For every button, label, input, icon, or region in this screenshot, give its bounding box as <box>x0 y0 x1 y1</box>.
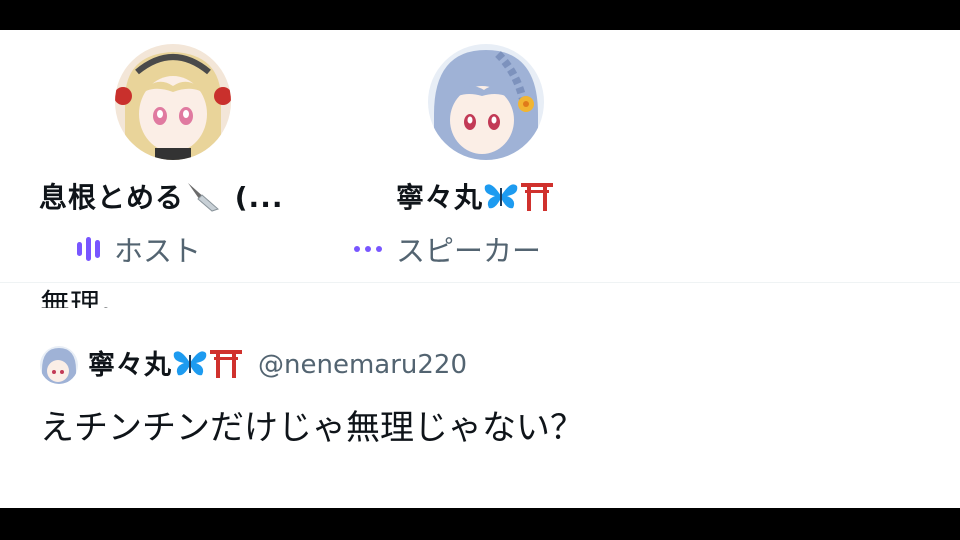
dots-icon <box>354 246 382 252</box>
butterfly-icon <box>483 180 519 219</box>
speaker-name: 寧々丸 <box>396 176 686 219</box>
avatar[interactable] <box>428 44 544 160</box>
avatar[interactable] <box>40 345 78 384</box>
torii-icon <box>519 180 555 219</box>
previous-post-text: 無理。 <box>40 288 130 308</box>
quoted-author-name[interactable]: 寧々丸 <box>88 343 244 386</box>
butterfly-icon <box>172 347 208 386</box>
speaker-name-suffix: (... <box>224 181 284 214</box>
speaker-host[interactable]: 息根とめる (... ホスト <box>39 44 295 274</box>
role-label: スピーカー <box>396 234 542 268</box>
quoted-author-name-text: 寧々丸 <box>88 350 172 381</box>
quoted-post-header[interactable]: 寧々丸 @nenemaru220 <box>40 343 467 386</box>
avatar[interactable] <box>115 44 231 160</box>
quoted-author-handle[interactable]: @nenemaru220 <box>258 350 467 380</box>
speaker-name: 息根とめる (... <box>39 176 329 220</box>
quoted-post-text: えチンチンだけじゃ無理じゃない？ <box>40 408 584 448</box>
knife-icon <box>184 179 224 220</box>
speaker-name-text: 寧々丸 <box>396 181 484 214</box>
speaker-guest[interactable]: 寧々丸 スピーカー <box>354 44 606 274</box>
audio-wave-icon <box>77 237 100 261</box>
speaker-role: スピーカー <box>354 228 541 270</box>
role-label: ホスト <box>114 234 202 268</box>
torii-icon <box>208 347 244 386</box>
divider <box>0 282 960 283</box>
space-panel: 息根とめる (... ホスト 寧々丸 スピーカー 無理。 寧々丸 @nenema… <box>0 30 960 508</box>
speaker-role: ホスト <box>77 228 201 270</box>
speaker-name-text: 息根とめる <box>39 181 185 214</box>
